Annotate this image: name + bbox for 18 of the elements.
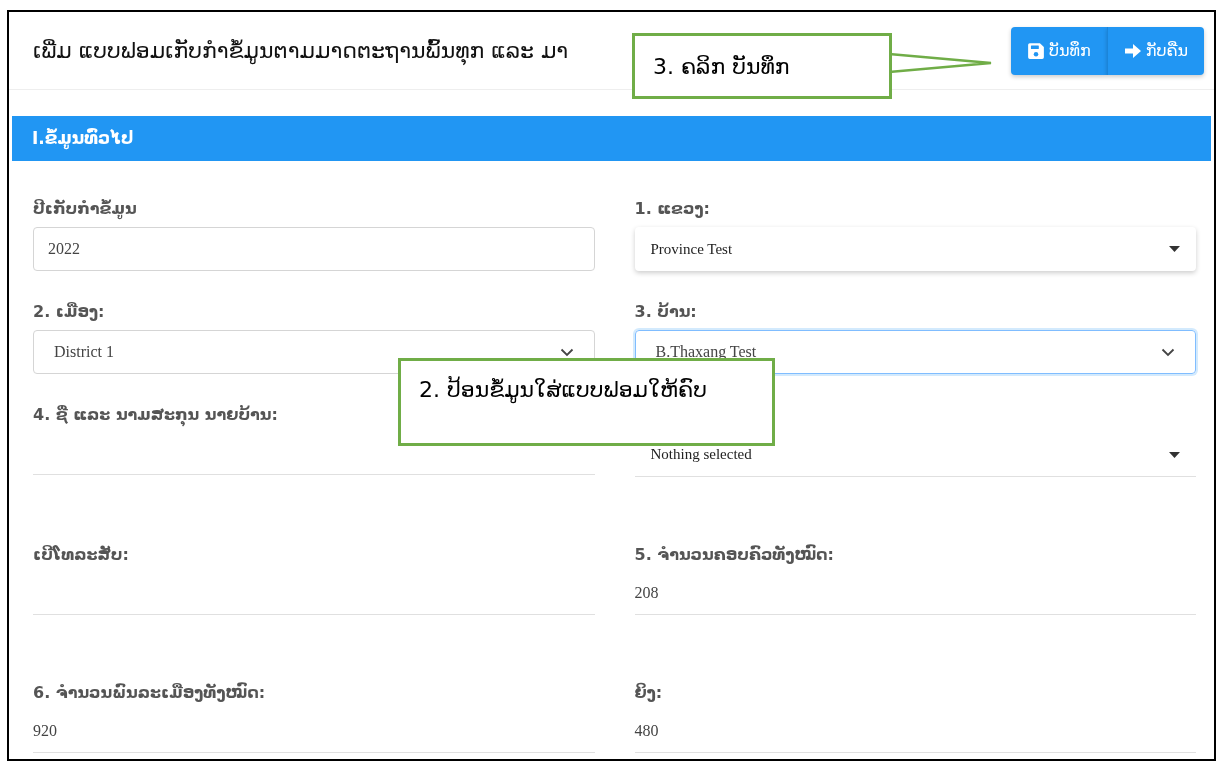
field-label: 2. ເມືອງ: (33, 304, 105, 320)
caret-down-icon (1169, 451, 1180, 458)
section-title: I.ຂໍ້ມູນທົ່ວໄປ (32, 126, 134, 152)
field-label: 3. ບ້ານ: (634, 304, 697, 320)
dropdown-field[interactable]: Province Test (634, 227, 1196, 271)
arrow-right-icon (1123, 42, 1142, 59)
chevron-down-icon (559, 347, 574, 357)
text-field[interactable]: 920 (33, 709, 595, 753)
field-label: ເບີໂທລະສັບ: (33, 547, 129, 563)
callout-text: 3. ຄລິກ ບັນທຶກ (653, 52, 790, 81)
callout-text: 2. ປ້ອນຂໍ້ມູນໃສ່ແບບຟອມໃຫ້ຄົບ (419, 377, 707, 402)
text-field[interactable]: 480 (634, 709, 1196, 753)
caret-down-icon (1169, 246, 1180, 252)
page-title: ເພີ່ມ ແບບຟອມເກັບກຳຂໍ້ມູນຕາມມາດຕະຖານພົ້ນທຸກ ແລະ ມາ (33, 37, 569, 67)
chevron-down-icon (1161, 347, 1175, 357)
text-field[interactable]: 2022 (33, 227, 595, 271)
text-field[interactable]: 208 (634, 571, 1196, 615)
field-label: 1. ແຂວງ: (634, 201, 710, 217)
